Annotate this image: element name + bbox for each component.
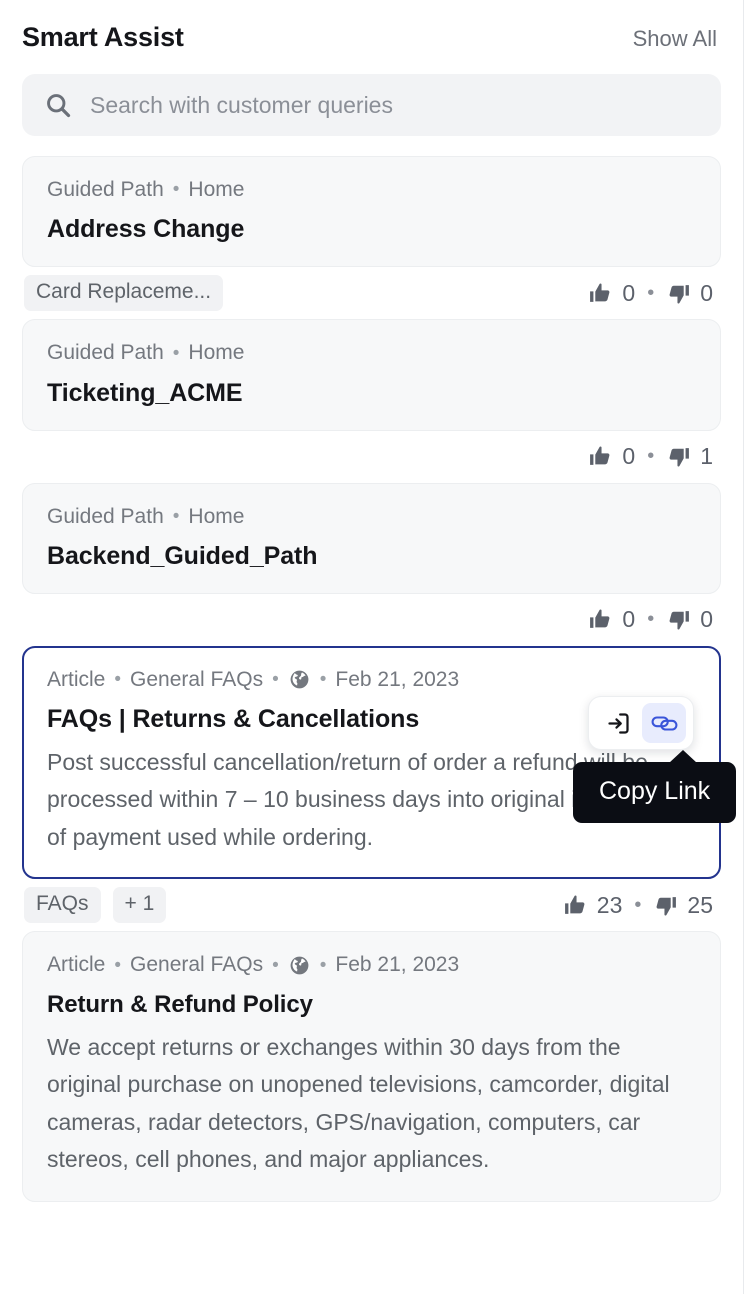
meta-separator: • — [114, 669, 122, 690]
card-date: Feb 21, 2023 — [335, 953, 460, 977]
card-action-toolbar[interactable] — [588, 696, 694, 750]
meta-separator: • — [272, 954, 279, 976]
show-all-link[interactable]: Show All — [633, 26, 717, 52]
list-item[interactable]: Guided Path • Home Ticketing_ACME 0 • 1 — [22, 319, 721, 476]
list-item[interactable]: Guided Path • Home Address Change Card R… — [22, 156, 721, 313]
search-section — [0, 62, 743, 136]
card-source: General FAQs — [130, 667, 264, 691]
tag-list: FAQs + 1 — [24, 887, 167, 924]
card-footer: 0 • 1 — [22, 431, 721, 477]
panel-header: Smart Assist Show All — [0, 0, 743, 62]
vote-separator: • — [647, 608, 655, 631]
downvote-button[interactable]: 1 — [666, 443, 713, 470]
card-meta: Article • General FAQs • • Feb 21, 2023 — [47, 667, 696, 693]
tooltip-label: Copy Link — [599, 777, 711, 805]
smart-assist-panel: Smart Assist Show All Guided Path • Home — [0, 0, 744, 1294]
card-type: Guided Path — [47, 504, 164, 528]
upvote-button[interactable]: 0 — [588, 606, 635, 633]
insert-into-box-icon[interactable] — [596, 703, 640, 743]
card-type: Article — [47, 953, 106, 977]
result-card[interactable]: Guided Path • Home Backend_Guided_Path — [22, 482, 721, 594]
vote-group: 23 • 25 — [563, 892, 719, 919]
upvote-button[interactable]: 23 — [563, 891, 623, 919]
card-title[interactable]: Return & Refund Policy — [47, 991, 696, 1019]
vote-group: 0 • 0 — [588, 606, 719, 633]
vote-separator: • — [647, 281, 655, 304]
upvote-count: 0 — [622, 606, 636, 633]
card-meta: Guided Path • Home — [47, 504, 696, 530]
result-card[interactable]: Guided Path • Home Address Change — [22, 156, 721, 268]
card-title[interactable]: Backend_Guided_Path — [47, 542, 696, 571]
search-icon — [44, 91, 72, 119]
link-icon[interactable] — [642, 703, 686, 743]
meta-separator: • — [319, 954, 327, 976]
thumbs-up-icon — [590, 609, 610, 629]
upvote-count: 0 — [622, 279, 636, 306]
search-box[interactable] — [22, 74, 721, 136]
card-body: We accept returns or exchanges within 30… — [47, 1033, 670, 1173]
downvote-button[interactable]: 0 — [666, 280, 713, 307]
card-meta: Article • General FAQs • • Feb 21, 2023 — [47, 952, 696, 978]
upvote-count: 0 — [622, 443, 636, 469]
tag-list: Card Replaceme... — [24, 275, 224, 312]
list-item[interactable]: Guided Path • Home Backend_Guided_Path 0… — [22, 482, 721, 640]
tag-overflow[interactable]: + 1 — [112, 887, 167, 924]
downvote-count: 0 — [700, 279, 713, 306]
card-footer: Card Replaceme... 0 • 0 — [22, 267, 721, 313]
globe-icon — [288, 954, 311, 977]
downvote-button[interactable]: 25 — [653, 892, 713, 919]
thumbs-down-icon — [669, 611, 690, 630]
card-date: Feb 21, 2023 — [335, 667, 460, 691]
card-title[interactable]: Address Change — [47, 215, 696, 244]
search-input[interactable] — [90, 91, 699, 119]
vote-group: 0 • 0 — [588, 280, 719, 307]
thumbs-up-icon — [590, 446, 610, 465]
tag[interactable]: FAQs — [24, 887, 101, 924]
result-card[interactable]: Article • General FAQs • • Feb 21, 2023 … — [22, 931, 721, 1202]
meta-separator: • — [272, 669, 279, 690]
vote-separator: • — [647, 445, 655, 467]
card-meta: Guided Path • Home — [47, 177, 696, 203]
card-meta: Guided Path • Home — [47, 340, 696, 366]
downvote-count: 25 — [687, 891, 713, 918]
vote-group: 0 • 1 — [588, 443, 719, 470]
meta-separator: • — [114, 954, 122, 976]
card-source: General FAQs — [130, 953, 264, 977]
card-source: Home — [188, 504, 245, 528]
card-footer: 0 • 0 — [22, 594, 721, 640]
card-type: Guided Path — [47, 178, 164, 201]
vote-separator: • — [634, 893, 642, 916]
thumbs-up-icon — [590, 283, 610, 302]
card-footer: FAQs + 1 23 • 25 — [22, 879, 721, 925]
upvote-button[interactable]: 0 — [588, 280, 635, 307]
card-source: Home — [188, 178, 245, 201]
card-type: Article — [47, 667, 106, 691]
tooltip-copy-link: Copy Link — [573, 750, 737, 823]
downvote-button[interactable]: 0 — [666, 606, 713, 633]
meta-separator: • — [172, 505, 180, 527]
tag[interactable]: Card Replaceme... — [24, 275, 224, 312]
results-list: Guided Path • Home Address Change Card R… — [0, 136, 743, 1202]
meta-separator: • — [172, 342, 180, 364]
downvote-count: 0 — [700, 606, 713, 633]
card-title[interactable]: Ticketing_ACME — [47, 379, 696, 408]
globe-icon — [288, 668, 311, 691]
result-card[interactable]: Guided Path • Home Ticketing_ACME — [22, 319, 721, 431]
card-source: Home — [188, 341, 245, 365]
upvote-count: 23 — [596, 891, 623, 918]
list-item[interactable]: Article • General FAQs • • Feb 21, 2023 … — [22, 931, 721, 1202]
thumbs-down-icon — [669, 448, 690, 467]
thumbs-down-icon — [669, 284, 690, 304]
meta-separator: • — [172, 179, 180, 201]
upvote-button[interactable]: 0 — [588, 443, 635, 470]
card-type: Guided Path — [47, 341, 164, 365]
meta-separator: • — [319, 669, 327, 690]
page-title: Smart Assist — [22, 22, 184, 52]
thumbs-up-icon — [564, 895, 585, 914]
thumbs-down-icon — [656, 897, 677, 916]
downvote-count: 1 — [700, 443, 713, 469]
